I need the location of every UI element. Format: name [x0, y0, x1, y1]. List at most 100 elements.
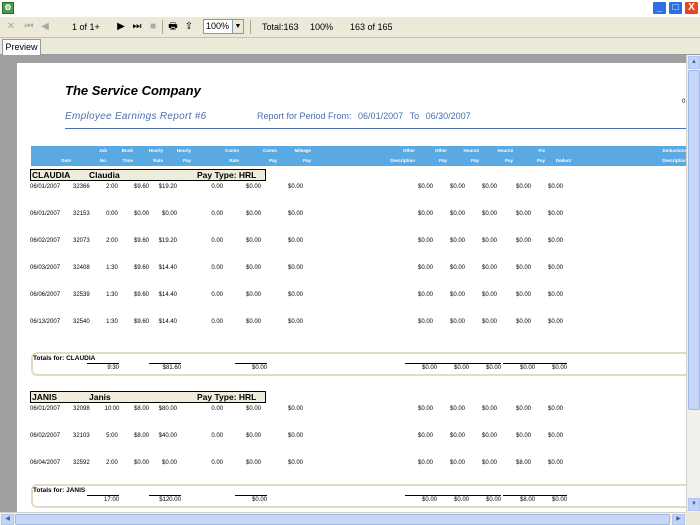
company-name: The Service Company: [65, 83, 201, 98]
minimize-button[interactable]: _: [652, 1, 667, 15]
period-to: 06/30/2007: [425, 111, 471, 121]
close-button[interactable]: X: [684, 1, 699, 15]
column-header-other-desc: Description: [390, 158, 415, 163]
last-page-icon[interactable]: ⏭: [130, 19, 144, 35]
table-cell: $0.00: [547, 211, 563, 217]
zoom-select[interactable]: 100% ▼: [203, 19, 244, 34]
table-cell: 06/02/2007: [30, 238, 61, 244]
tab-preview[interactable]: Preview: [2, 39, 41, 55]
column-header-hourly-rate: Hourly: [148, 148, 163, 153]
maximize-button[interactable]: □: [668, 1, 683, 15]
column-header-deduct: Deduct: [555, 158, 571, 163]
table-cell: $14.40: [158, 292, 177, 298]
total-underline: [235, 495, 267, 496]
scroll-down-icon[interactable]: ▼: [688, 498, 700, 511]
table-cell: $14.40: [158, 265, 177, 271]
toolbar-separator: [162, 20, 163, 34]
total-underline: [535, 363, 567, 364]
totals-hourly-pay: $81.60: [162, 365, 181, 371]
table-cell: 32073: [73, 238, 90, 244]
column-header-other-desc: Other: [402, 148, 415, 153]
scroll-right-icon[interactable]: ▶: [672, 514, 685, 525]
table-cell: $0.00: [245, 433, 261, 439]
table-cell: 06/04/2007: [30, 460, 61, 466]
report-page: The Service Company Employee Earnings Re…: [17, 63, 686, 512]
column-header-book: Time: [122, 158, 133, 163]
total-underline: [469, 363, 501, 364]
table-cell: 32539: [73, 292, 90, 298]
totals-comm-pay: $0.00: [251, 365, 267, 371]
scroll-up-icon[interactable]: ▲: [688, 56, 700, 69]
zoom-value: 100%: [206, 21, 230, 31]
table-cell: $80.00: [158, 406, 177, 412]
column-header-comm-rate: Comm: [224, 148, 239, 153]
column-header-ded-desc: Deductions: [662, 148, 686, 153]
first-page-icon[interactable]: ⏮: [22, 19, 36, 35]
table-cell: 32592: [73, 460, 90, 466]
column-header-ded-desc: Description: [662, 158, 686, 163]
totals-hourly-pay: $120.00: [159, 497, 181, 503]
table-cell: $0.00: [547, 184, 563, 190]
table-cell: $0.00: [287, 265, 303, 271]
table-cell: $0.00: [245, 319, 261, 325]
table-cell: $0.00: [245, 184, 261, 190]
page-indicator: 1 of 1+: [72, 22, 100, 32]
column-header-hours2: Pay: [470, 158, 479, 163]
scroll-thumb[interactable]: [688, 70, 700, 410]
table-cell: $0.00: [287, 211, 303, 217]
totals-deduct: $0.00: [551, 497, 567, 503]
export-icon[interactable]: ⇪: [182, 19, 196, 35]
group-name: Claudia: [89, 170, 120, 180]
total-underline: [405, 495, 437, 496]
vertical-scrollbar[interactable]: ▲ ▼: [686, 55, 700, 512]
total-underline: [503, 363, 535, 364]
total-underline: [437, 495, 469, 496]
scroll-thumb[interactable]: [15, 514, 670, 525]
chevron-down-icon[interactable]: ▼: [232, 20, 243, 33]
table-cell: 0.00: [211, 292, 223, 298]
total-underline: [503, 495, 535, 496]
next-page-icon[interactable]: ▶: [114, 19, 128, 35]
column-header-hourly-rate: Rate: [153, 158, 163, 163]
group-name: Janis: [89, 392, 111, 402]
column-header-other-pay: Pay: [438, 158, 447, 163]
table-cell: 06/03/2007: [30, 265, 61, 271]
table-cell: $0.00: [287, 292, 303, 298]
group-paytype: Pay Type: HRL: [197, 392, 257, 402]
read-percent: 100%: [310, 22, 334, 32]
print-icon[interactable]: 🖶: [166, 19, 180, 35]
app-icon: ⚙: [2, 2, 14, 14]
table-cell: $0.00: [547, 238, 563, 244]
table-cell: $0.00: [547, 292, 563, 298]
column-header-hourly-pay: Pay: [182, 158, 191, 163]
total-underline: [469, 495, 501, 496]
horizontal-scrollbar[interactable]: ◀ ▶: [0, 512, 686, 525]
report-viewer: The Service Company Employee Earnings Re…: [0, 55, 686, 512]
size-grip: [686, 512, 700, 525]
table-cell: $0.00: [547, 433, 563, 439]
table-cell: $0.00: [287, 319, 303, 325]
stop-icon[interactable]: ✕: [4, 19, 18, 35]
column-header-comm-pay: Comm: [262, 148, 277, 153]
table-cell: 0.00: [211, 406, 223, 412]
totals-box: [31, 484, 686, 508]
table-cell: 0.00: [211, 319, 223, 325]
previous-page-icon[interactable]: ◀: [38, 19, 52, 35]
table-cell: $0.00: [245, 292, 261, 298]
table-cell: $0.00: [245, 238, 261, 244]
page-corner-text: 0: [682, 99, 686, 105]
totals-time: 17:00: [103, 497, 119, 503]
stop-loading-icon[interactable]: ■: [146, 19, 160, 35]
report-title: Employee Earnings Report #6: [65, 111, 207, 122]
report-period: Report for Period From: 06/01/2007 To 06…: [257, 111, 471, 121]
table-cell: $0.00: [245, 460, 261, 466]
table-cell: $14.40: [158, 319, 177, 325]
total-underline: [437, 363, 469, 364]
table-cell: 32366: [73, 184, 90, 190]
totals-deduct: $0.00: [551, 365, 567, 371]
scroll-left-icon[interactable]: ◀: [1, 514, 14, 525]
table-cell: 06/06/2007: [30, 292, 61, 298]
table-cell: 0.00: [211, 265, 223, 271]
total-underline: [535, 495, 567, 496]
total-underline: [149, 495, 181, 496]
